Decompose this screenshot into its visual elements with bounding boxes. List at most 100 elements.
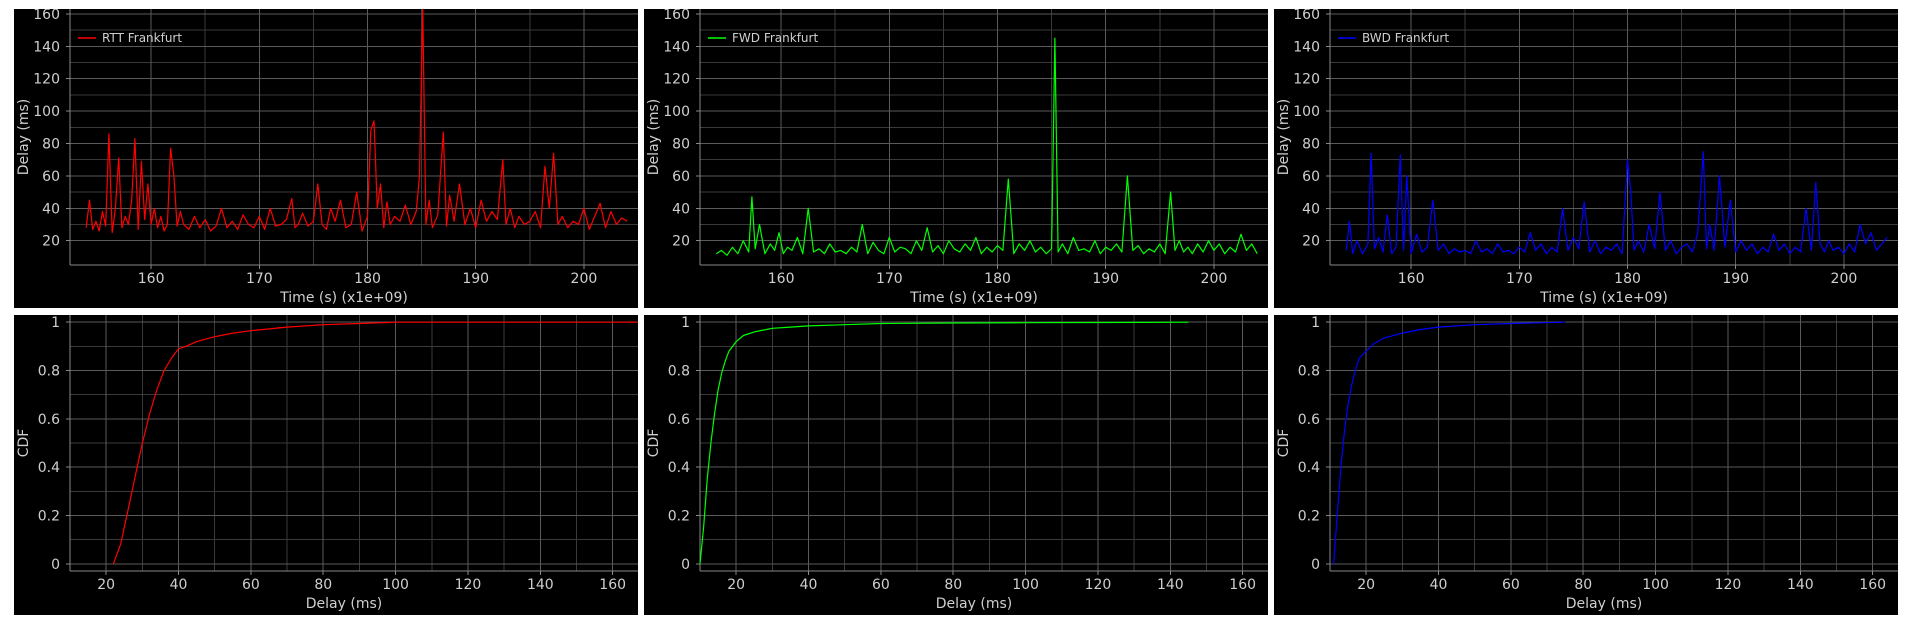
chart-svg: 20 40 60 80 100 120 140 160 0 0.2 0.4 0.6 0.8 1 Delay … [1276, 315, 1898, 612]
y-axis-label: CDF [646, 429, 662, 458]
y-tick-label: 0.6 [668, 412, 690, 428]
x-tick-label: 80 [314, 577, 332, 593]
y-tick-label: 0.8 [1298, 364, 1320, 380]
y-axis-label: Delay (ms) [16, 99, 32, 175]
bwd-cdf-panel: 20 40 60 80 100 120 140 160 0 0.2 0.4 0.6 0.8 1 Delay … [1274, 315, 1898, 615]
y-axis-label: Delay (ms) [646, 99, 662, 175]
x-axis-label: Time (s) (x1e+09) [1539, 290, 1668, 306]
x-axis-label: Delay (ms) [306, 596, 382, 612]
x-axis-label: Time (s) (x1e+09) [279, 290, 408, 306]
y-tick-label: 20 [672, 234, 690, 250]
series-line [1345, 151, 1888, 255]
x-axis-label: Delay (ms) [936, 596, 1012, 612]
y-tick-label: 0.2 [38, 508, 60, 524]
y-tick-label: 120 [1293, 72, 1320, 88]
x-tick-label: 60 [242, 577, 260, 593]
x-tick-label: 100 [1012, 577, 1039, 593]
y-tick-label: 100 [663, 104, 690, 120]
y-tick-label: 0.8 [668, 364, 690, 380]
rtt-timeseries-panel: 160 170 180 190 200 20 40 60 80 100 120 140 160 Time … [14, 9, 638, 308]
y-tick-label: 80 [672, 136, 690, 152]
legend: RTT Frankfurt [78, 31, 182, 45]
x-axis-label: Delay (ms) [1566, 596, 1642, 612]
y-tick-label: 1 [51, 315, 60, 331]
chart-svg: 160 170 180 190 200 20 40 60 80 100 120 140 160 Time … [1276, 9, 1898, 306]
y-axis-label: CDF [16, 429, 32, 458]
legend: FWD Frankfurt [708, 31, 818, 45]
x-tick-label: 140 [1157, 577, 1184, 593]
x-tick-label: 120 [1715, 577, 1742, 593]
y-tick-label: 0.2 [1298, 508, 1320, 524]
x-axis-label: Time (s) (x1e+09) [909, 290, 1038, 306]
y-tick-label: 0.4 [1298, 460, 1320, 476]
y-tick-label: 0 [681, 557, 690, 573]
y-tick-label: 140 [1293, 39, 1320, 55]
x-tick-label: 160 [1398, 271, 1425, 287]
y-tick-label: 40 [42, 201, 60, 217]
y-tick-label: 60 [1302, 169, 1320, 185]
y-tick-label: 80 [42, 136, 60, 152]
x-tick-label: 180 [354, 271, 381, 287]
legend: BWD Frankfurt [1338, 31, 1449, 45]
x-tick-label: 100 [382, 577, 409, 593]
x-tick-label: 160 [1229, 577, 1256, 593]
x-tick-label: 200 [1831, 271, 1858, 287]
x-tick-label: 180 [1614, 271, 1641, 287]
y-tick-label: 160 [663, 9, 690, 23]
y-tick-label: 20 [1302, 234, 1320, 250]
y-tick-label: 60 [42, 169, 60, 185]
y-tick-label: 160 [1293, 9, 1320, 23]
series-line [715, 37, 1258, 256]
y-tick-label: 0.6 [1298, 412, 1320, 428]
x-tick-label: 40 [1430, 577, 1448, 593]
legend-label: RTT Frankfurt [102, 31, 182, 45]
y-tick-label: 0.6 [38, 412, 60, 428]
legend-label: FWD Frankfurt [732, 31, 818, 45]
x-tick-label: 160 [768, 271, 795, 287]
x-tick-label: 170 [1506, 271, 1533, 287]
fwd-cdf-panel: 20 40 60 80 100 120 140 160 0 0.2 0.4 0.6 0.8 1 Delay … [644, 315, 1268, 615]
y-tick-label: 1 [681, 315, 690, 331]
x-tick-label: 140 [1787, 577, 1814, 593]
x-tick-label: 80 [944, 577, 962, 593]
chart-svg: 160 170 180 190 200 20 40 60 80 100 120 140 160 Time … [646, 9, 1268, 306]
x-tick-label: 200 [1201, 271, 1228, 287]
x-tick-label: 120 [455, 577, 482, 593]
x-tick-label: 100 [1642, 577, 1669, 593]
y-tick-label: 0.4 [668, 460, 690, 476]
y-tick-label: 140 [33, 39, 60, 55]
x-tick-label: 40 [170, 577, 188, 593]
x-tick-label: 160 [599, 577, 626, 593]
fwd-timeseries-panel: 160 170 180 190 200 20 40 60 80 100 120 140 160 Time … [644, 9, 1268, 308]
y-tick-label: 40 [1302, 201, 1320, 217]
x-tick-label: 60 [872, 577, 890, 593]
x-tick-label: 20 [97, 577, 115, 593]
x-tick-label: 20 [727, 577, 745, 593]
x-tick-label: 190 [462, 271, 489, 287]
y-tick-label: 0 [51, 557, 60, 573]
x-tick-label: 190 [1722, 271, 1749, 287]
x-tick-label: 60 [1502, 577, 1520, 593]
x-tick-label: 170 [246, 271, 273, 287]
chart-svg: 20 40 60 80 100 120 140 160 0 0.2 0.4 0.6 0.8 1 Delay … [646, 315, 1268, 612]
y-tick-label: 0.8 [38, 364, 60, 380]
y-tick-label: 1 [1311, 315, 1320, 331]
y-tick-label: 160 [33, 9, 60, 23]
bwd-timeseries-panel: 160 170 180 190 200 20 40 60 80 100 120 140 160 Time … [1274, 9, 1898, 308]
y-tick-label: 100 [33, 104, 60, 120]
x-tick-label: 160 [1859, 577, 1886, 593]
x-tick-label: 170 [876, 271, 903, 287]
y-tick-label: 40 [672, 201, 690, 217]
y-tick-label: 120 [663, 72, 690, 88]
x-tick-label: 190 [1092, 271, 1119, 287]
y-tick-label: 60 [672, 169, 690, 185]
x-tick-label: 180 [984, 271, 1011, 287]
x-tick-label: 20 [1357, 577, 1375, 593]
x-tick-label: 40 [800, 577, 818, 593]
y-tick-label: 100 [1293, 104, 1320, 120]
x-tick-label: 160 [138, 271, 165, 287]
y-tick-label: 20 [42, 234, 60, 250]
y-tick-label: 0.4 [38, 460, 60, 476]
chart-svg: 160 170 180 190 200 20 40 60 80 100 120 140 160 Time … [16, 9, 638, 306]
x-tick-label: 140 [527, 577, 554, 593]
